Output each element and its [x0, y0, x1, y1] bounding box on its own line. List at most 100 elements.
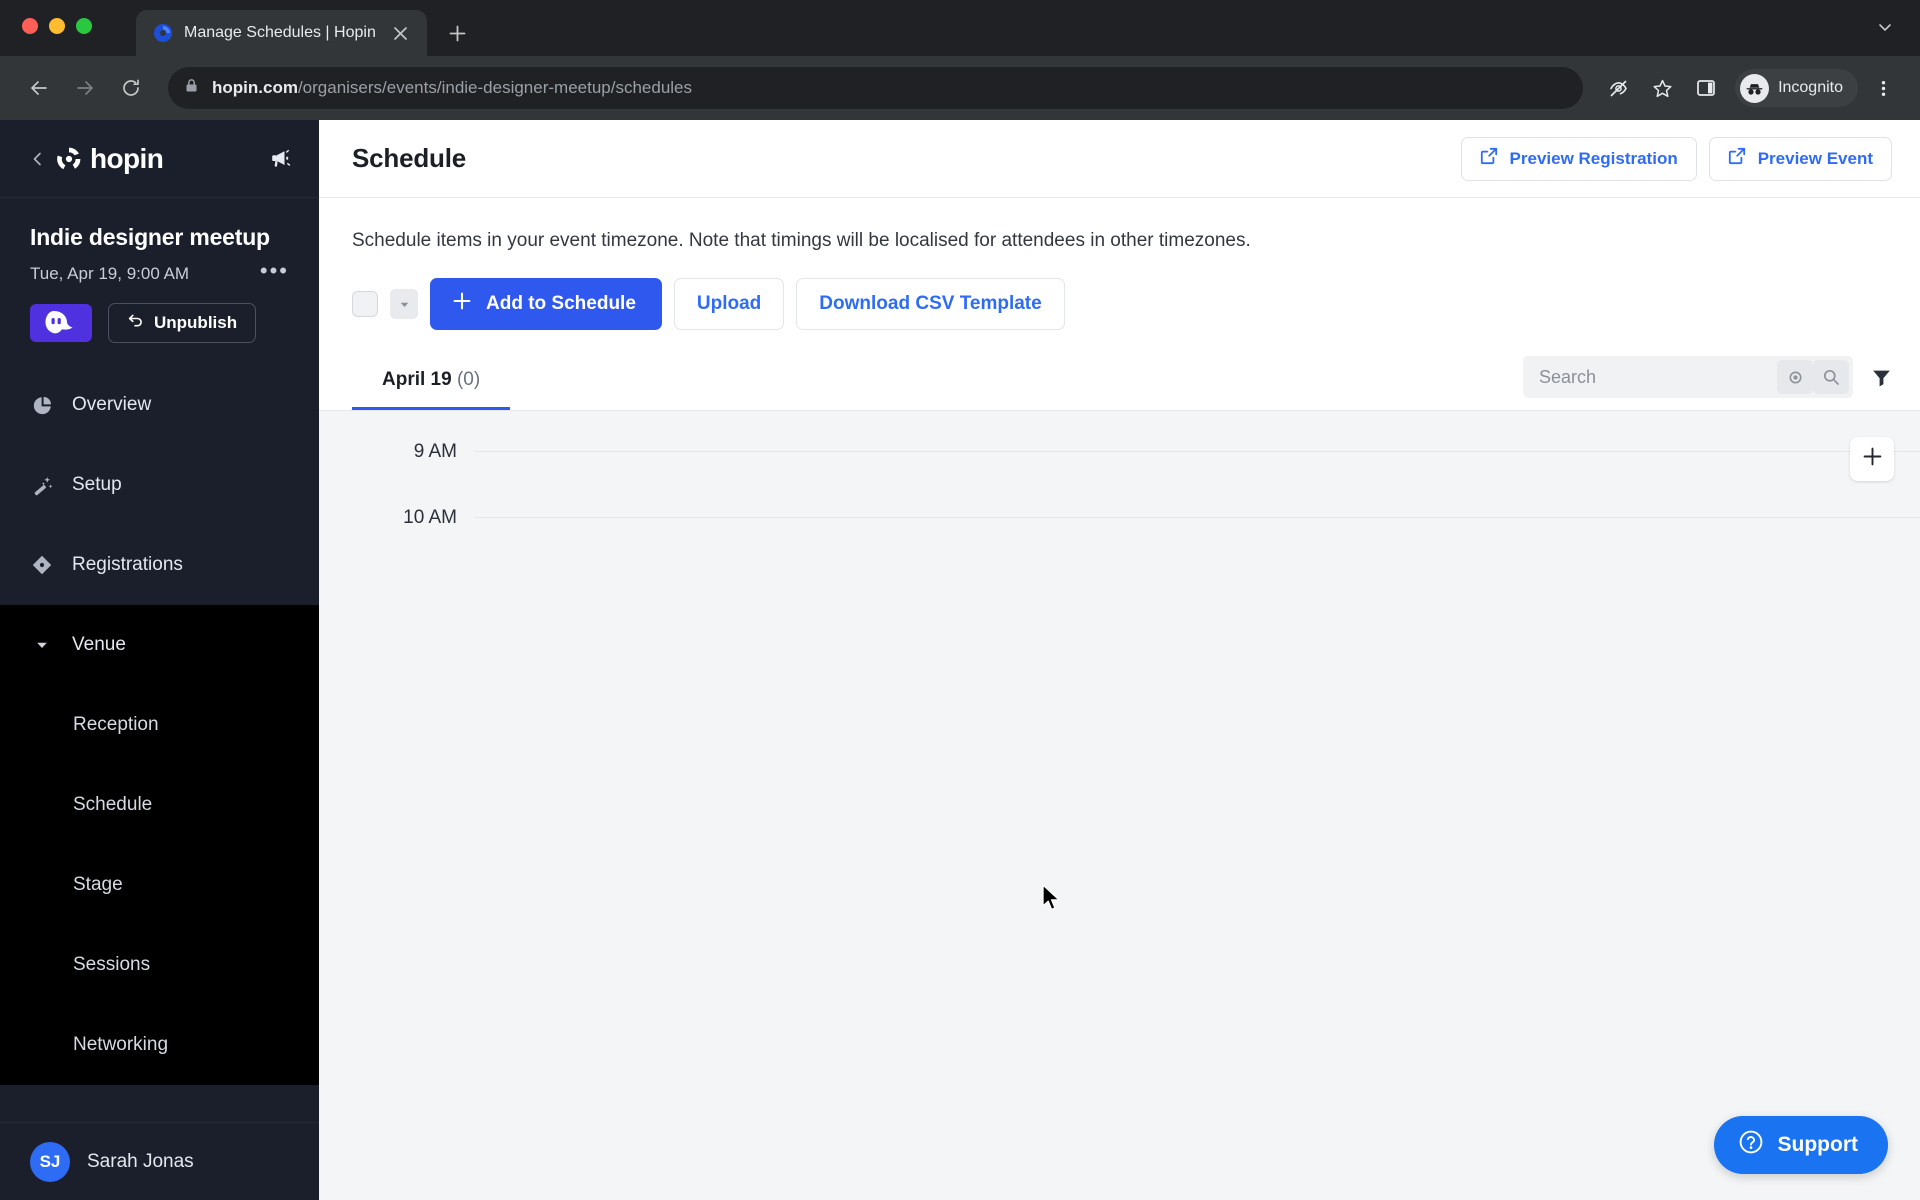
- page-content: hopin Indie designer meetup Tue, Apr 19,…: [0, 120, 1920, 1200]
- plus-icon[interactable]: [441, 16, 475, 50]
- page-title: Schedule: [352, 143, 466, 173]
- sidebar-item-networking[interactable]: Networking: [0, 1005, 319, 1085]
- sidebar-item-stage[interactable]: Stage: [0, 845, 319, 925]
- tabs-right-tools: [1523, 356, 1892, 410]
- main-content: Schedule Preview Registration Preview Ev…: [319, 120, 1920, 1200]
- unpublish-label: Unpublish: [154, 313, 238, 332]
- header-actions: Preview Registration Preview Event: [1460, 136, 1892, 181]
- eye-off-icon[interactable]: [1599, 69, 1637, 107]
- profile-incognito-chip[interactable]: Incognito: [1735, 69, 1858, 107]
- browser-tab-title: Manage Schedules | Hopin: [184, 24, 376, 41]
- event-date: Tue, Apr 19, 9:00 AM: [30, 264, 190, 283]
- close-window-button[interactable]: [22, 18, 38, 34]
- sidebar-header: hopin: [0, 120, 319, 198]
- browser-tab-strip: Manage Schedules | Hopin: [0, 0, 1920, 56]
- search-box[interactable]: [1523, 356, 1853, 398]
- search-input[interactable]: [1539, 366, 1777, 388]
- sidebar-item-label: Registrations: [72, 554, 183, 575]
- ellipsis-icon[interactable]: •••: [260, 260, 289, 282]
- plus-icon: [1862, 446, 1883, 472]
- funnel-icon[interactable]: [1871, 367, 1892, 388]
- sidebar-group-header-venue[interactable]: Venue: [0, 605, 319, 685]
- lock-icon: [184, 78, 199, 98]
- sidebar-item-registrations[interactable]: Registrations: [0, 525, 319, 605]
- profile-label: Incognito: [1778, 79, 1843, 96]
- upload-button[interactable]: Upload: [673, 278, 785, 330]
- timeline-gridline: [475, 451, 1920, 452]
- user-name: Sarah Jonas: [87, 1150, 194, 1172]
- sidebar-item-schedule[interactable]: Schedule: [0, 765, 319, 845]
- clear-circle-icon[interactable]: [1777, 360, 1813, 394]
- url-path: /organisers/events/indie-designer-meetup…: [297, 78, 693, 97]
- sidebar-nav: Overview Setup Registrations Venue Recep…: [0, 365, 319, 1122]
- pie-chart-icon: [30, 395, 54, 416]
- chevron-down-icon[interactable]: [1876, 18, 1894, 41]
- caret-down-icon: [30, 638, 54, 652]
- timeline-time-label: 10 AM: [403, 507, 457, 528]
- search-icon[interactable]: [1813, 360, 1849, 394]
- arrow-right-icon[interactable]: [64, 67, 106, 109]
- arrow-left-icon[interactable]: [18, 67, 60, 109]
- address-bar-url: hopin.com/organisers/events/indie-design…: [212, 78, 692, 98]
- sidebar-user[interactable]: SJ Sarah Jonas: [0, 1122, 319, 1200]
- sidebar-item-sessions[interactable]: Sessions: [0, 925, 319, 1005]
- event-avatar[interactable]: [30, 304, 92, 342]
- maximize-window-button[interactable]: [76, 18, 92, 34]
- preview-registration-button[interactable]: Preview Registration: [1460, 136, 1697, 181]
- sidebar-event-card: Indie designer meetup Tue, Apr 19, 9:00 …: [0, 198, 319, 365]
- hopin-brand[interactable]: hopin: [56, 143, 258, 175]
- question-circle-icon: [1738, 1129, 1764, 1161]
- browser-tab[interactable]: Manage Schedules | Hopin: [136, 10, 427, 56]
- day-tab-label: April 19: [382, 369, 452, 390]
- sidebar-item-reception[interactable]: Reception: [0, 685, 319, 765]
- sidebar-item-label: Setup: [72, 474, 122, 495]
- ticket-icon: [30, 554, 54, 576]
- sidebar-item-setup[interactable]: Setup: [0, 445, 319, 525]
- hopin-favicon-icon: [153, 23, 173, 43]
- add-to-schedule-button[interactable]: Add to Schedule: [430, 278, 662, 330]
- browser-window: Manage Schedules | Hopin hopin.com/organ: [0, 0, 1920, 1200]
- timeline-row: 9 AM: [319, 441, 1920, 517]
- day-tab-count: (0): [456, 369, 481, 390]
- avatar: SJ: [30, 1141, 70, 1182]
- timeline-time-label: 9 AM: [413, 441, 457, 462]
- address-bar[interactable]: hopin.com/organisers/events/indie-design…: [168, 67, 1584, 109]
- chevron-left-icon[interactable]: [30, 151, 46, 167]
- schedule-action-bar: Add to Schedule Upload Download CSV Temp…: [319, 252, 1920, 330]
- main-body: Schedule items in your event timezone. N…: [319, 198, 1920, 1200]
- add-schedule-slot-button[interactable]: [1850, 437, 1894, 481]
- select-all-dropdown-icon[interactable]: [390, 289, 418, 319]
- sidebar-item-overview[interactable]: Overview: [0, 365, 319, 445]
- close-icon[interactable]: [387, 19, 415, 47]
- preview-event-button[interactable]: Preview Event: [1708, 136, 1892, 181]
- incognito-icon: [1740, 73, 1770, 103]
- external-link-icon: [1728, 147, 1746, 170]
- download-csv-template-button[interactable]: Download CSV Template: [796, 278, 1065, 330]
- support-label: Support: [1777, 1133, 1858, 1156]
- more-vertical-icon[interactable]: [1864, 69, 1902, 107]
- brand-label: hopin: [90, 142, 164, 174]
- timeline-gridline: [475, 517, 1920, 518]
- hopin-logo-icon: [56, 146, 82, 172]
- support-button[interactable]: Support: [1713, 1116, 1888, 1174]
- reload-icon[interactable]: [110, 67, 152, 109]
- magic-wand-icon: [30, 475, 54, 496]
- select-all-checkbox[interactable]: [352, 291, 378, 317]
- event-meta-row: Tue, Apr 19, 9:00 AM •••: [30, 260, 289, 284]
- sidebar-group-venue: Venue Reception Schedule Stage Sessions …: [0, 605, 319, 1085]
- external-link-icon: [1480, 147, 1498, 170]
- megaphone-icon[interactable]: [268, 146, 293, 171]
- sidebar-group-label: Venue: [72, 634, 126, 655]
- browser-toolbar: hopin.com/organisers/events/indie-design…: [0, 56, 1920, 120]
- day-tabs-row: April 19 (0): [319, 330, 1920, 411]
- app-sidebar: hopin Indie designer meetup Tue, Apr 19,…: [0, 120, 319, 1200]
- star-icon[interactable]: [1643, 69, 1681, 107]
- tab-april-19[interactable]: April 19 (0): [352, 369, 511, 410]
- side-panel-icon[interactable]: [1687, 69, 1725, 107]
- preview-registration-label: Preview Registration: [1509, 148, 1678, 168]
- main-header: Schedule Preview Registration Preview Ev…: [319, 120, 1920, 198]
- plus-icon: [452, 291, 472, 317]
- unpublish-button[interactable]: Unpublish: [108, 303, 257, 343]
- minimize-window-button[interactable]: [49, 18, 65, 34]
- undo-arrow-icon: [127, 312, 144, 334]
